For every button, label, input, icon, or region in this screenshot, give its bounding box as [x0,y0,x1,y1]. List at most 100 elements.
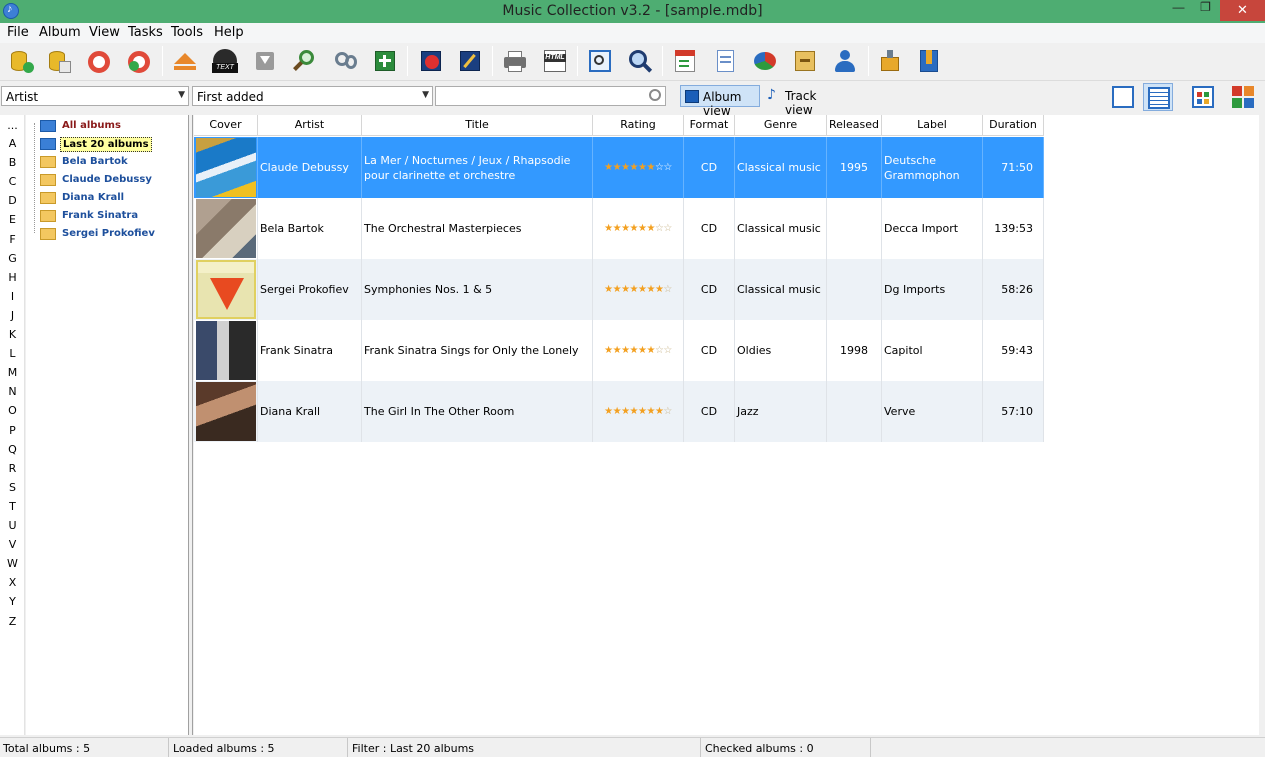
pie-chart-icon[interactable] [751,47,779,75]
grid-view-button[interactable] [1143,83,1173,111]
table-row[interactable]: Claude Debussy La Mer / Nocturnes / Jeux … [194,137,1044,198]
rating-stars[interactable]: ★★★★★★★☆ [604,404,672,419]
details-view-button[interactable] [1108,83,1138,111]
add-from-database-icon[interactable] [45,47,73,75]
splitter[interactable] [189,115,193,735]
alphabet-letter[interactable]: F [0,233,25,246]
cover-cell [194,137,258,198]
rating-stars[interactable]: ★★★★★★☆☆ [604,160,672,175]
column-header[interactable]: Cover [194,115,258,136]
search-input[interactable] [435,86,666,106]
column-header[interactable]: Rating [593,115,684,136]
menu-view[interactable]: View [89,25,120,40]
alphabet-letter[interactable]: U [0,519,25,532]
alphabet-letter[interactable]: Y [0,595,25,608]
alphabet-letter[interactable]: N [0,385,25,398]
alphabet-letter[interactable]: A [0,137,25,150]
alphabet-letter[interactable]: H [0,271,25,284]
rating-stars[interactable]: ★★★★★★☆☆ [604,343,672,358]
alphabet-letter[interactable]: T [0,500,25,513]
cd-text-icon[interactable]: TEXT [211,47,239,75]
alphabet-letter[interactable]: V [0,538,25,551]
alphabet-letter[interactable]: ... [0,119,25,132]
alphabet-letter[interactable]: C [0,175,25,188]
alphabet-letter[interactable]: S [0,481,25,494]
rating-stars[interactable]: ★★★★★★☆☆ [604,221,672,236]
eject-icon[interactable] [171,47,199,75]
cabinet-icon[interactable] [791,47,819,75]
column-header[interactable]: Format [684,115,735,136]
close-button[interactable]: ✕ [1220,0,1265,21]
duration-text: 71:50 [1001,161,1033,174]
alphabet-letter[interactable]: E [0,213,25,226]
alphabet-letter[interactable]: I [0,290,25,303]
html-export-icon[interactable]: HTML [541,47,569,75]
cover-view-button[interactable] [1228,83,1258,111]
title-cell: La Mer / Nocturnes / Jeux / Rhapsodie po… [362,137,593,198]
star-icon: ★ [612,284,622,295]
alphabet-letter[interactable]: D [0,194,25,207]
search-icon[interactable] [331,47,359,75]
table-row[interactable]: Frank Sinatra Frank Sinatra Sings for Onl… [194,320,1044,381]
album-view-button[interactable]: Album view [680,85,760,118]
download-icon[interactable] [251,47,279,75]
alphabet-letter[interactable]: G [0,252,25,265]
alphabet-letter[interactable]: P [0,424,25,437]
tree-all-albums-label: All albums [62,120,121,131]
edit-icon[interactable] [456,47,484,75]
format-cell: CD [684,381,735,442]
alphabet-letter[interactable]: W [0,557,25,570]
table-row[interactable]: Sergei Prokofiev Symphonies Nos. 1 & 5 ★★★… [194,259,1044,320]
table-row[interactable]: Diana Krall The Girl In The Other Room ★★★… [194,381,1044,442]
column-header[interactable]: Genre [735,115,827,136]
search-add-icon[interactable] [291,47,319,75]
alphabet-letter[interactable]: J [0,309,25,322]
music-search-icon[interactable] [626,47,654,75]
calendar-icon[interactable] [671,47,699,75]
alphabet-letter[interactable]: R [0,462,25,475]
preview-icon[interactable] [586,47,614,75]
minimize-button[interactable]: — [1165,0,1192,21]
alphabet-letter[interactable]: M [0,366,25,379]
menu-album[interactable]: Album [39,25,81,40]
vertical-scrollbar[interactable] [1259,115,1265,735]
lifebuoy-add-icon[interactable] [125,47,153,75]
star-icon: ★ [604,223,613,234]
menu-help[interactable]: Help [214,25,244,40]
remove-icon[interactable] [417,47,445,75]
released-cell [827,198,882,259]
thumbnail-view-button[interactable] [1188,83,1218,111]
column-header[interactable]: Duration [983,115,1044,136]
column-header[interactable]: Artist [258,115,362,136]
alphabet-letter[interactable]: X [0,576,25,589]
column-header[interactable]: Label [882,115,983,136]
title-text: Symphonies Nos. 1 & 5 [364,283,493,296]
maximize-button[interactable]: ❐ [1192,0,1219,21]
document-icon[interactable] [711,47,739,75]
sort-by-select[interactable]: First added ▼ [192,86,433,106]
user-icon[interactable] [831,47,859,75]
bookmark-icon[interactable] [915,47,943,75]
plugin-icon[interactable] [876,47,904,75]
new-item-icon[interactable] [371,47,399,75]
lifebuoy-icon[interactable] [85,47,113,75]
group-by-select[interactable]: Artist ▼ [1,86,189,106]
menu-file[interactable]: File [7,25,29,40]
column-header[interactable]: Released [827,115,882,136]
add-album-icon[interactable] [7,47,35,75]
format-text: CD [700,405,718,418]
print-icon[interactable] [501,47,529,75]
menu-tools[interactable]: Tools [171,25,203,40]
table-row[interactable]: Bela Bartok The Orchestral Masterpieces ★★… [194,198,1044,259]
alphabet-letter[interactable]: O [0,404,25,417]
rating-stars[interactable]: ★★★★★★★☆ [604,282,672,297]
alphabet-letter[interactable]: Q [0,443,25,456]
alphabet-letter[interactable]: Z [0,615,25,628]
column-header[interactable]: Title [362,115,593,136]
alphabet-letter[interactable]: K [0,328,25,341]
menu-tasks[interactable]: Tasks [128,25,163,40]
track-view-button[interactable]: ♪ Track view [763,85,841,117]
alphabet-letter[interactable]: L [0,347,25,360]
alphabet-letter[interactable]: B [0,156,25,169]
search-icon[interactable] [649,89,661,101]
